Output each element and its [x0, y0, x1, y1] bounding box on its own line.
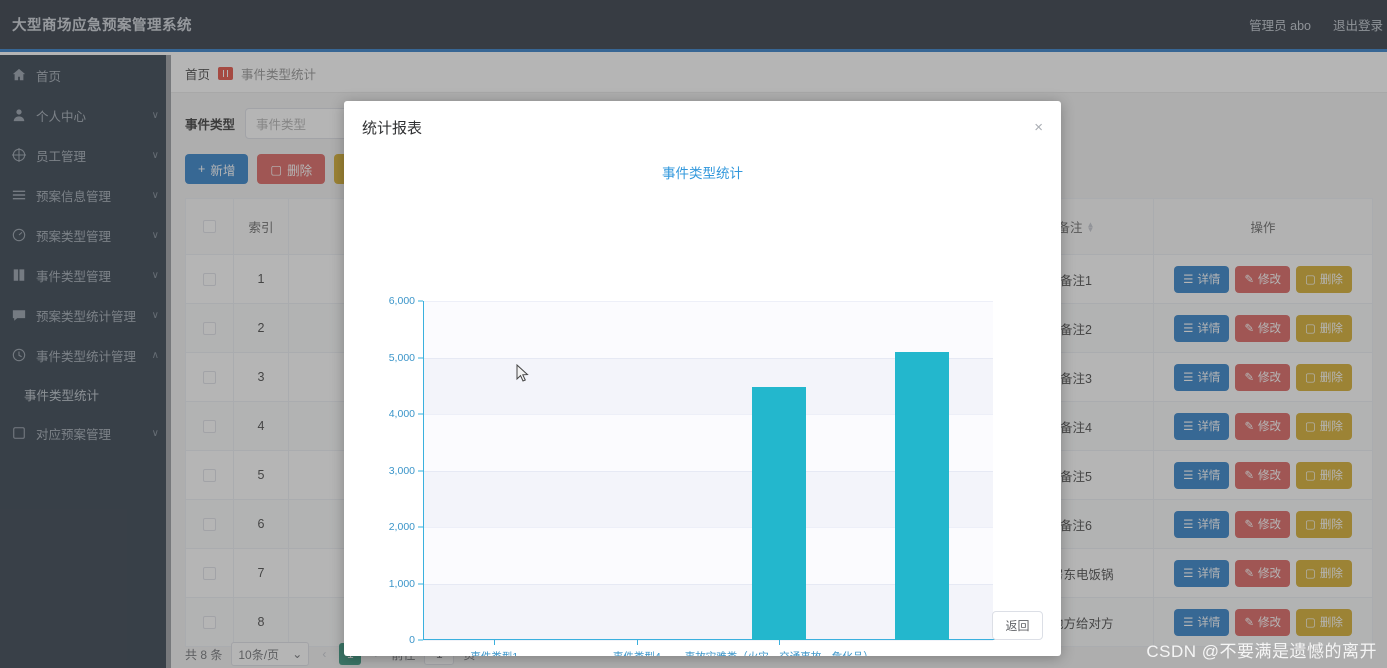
- chart-y-tick-mark: [418, 639, 423, 641]
- chart-y-tick-mark: [418, 413, 423, 415]
- chart-x-tick-label: 事件类型1: [470, 649, 518, 656]
- dialog-header: 统计报表 ×: [344, 101, 1061, 153]
- chart-y-tick-mark: [418, 300, 423, 302]
- close-icon[interactable]: ×: [1034, 120, 1043, 135]
- dialog-footer: 返回: [992, 611, 1043, 640]
- bar-chart: 01,0002,0003,0004,0005,0006,000 事件类型1事件类…: [344, 187, 1061, 656]
- chart-x-tick-mark: [779, 640, 781, 645]
- chart-y-tick-mark: [418, 470, 423, 471]
- chart-x-tick-mark: [636, 640, 638, 645]
- chart-gridline: [423, 301, 993, 302]
- chart-bar[interactable]: [894, 352, 949, 640]
- statistics-report-dialog: 统计报表 × 事件类型统计 0 1,000 2,000 3,000 4,000 5,000…: [344, 101, 1061, 656]
- back-button[interactable]: 返回: [992, 611, 1043, 640]
- chart-gridline: [423, 640, 993, 641]
- chart-y-axis: [423, 301, 424, 640]
- chart-bar[interactable]: [752, 387, 807, 640]
- chart-y-tick-mark: [418, 357, 423, 358]
- dialog-title: 统计报表: [362, 119, 423, 137]
- chart-y-tick-mark: [418, 583, 423, 584]
- chart-x-tick-mark: [494, 640, 496, 645]
- chart-x-tick-label: 事件类型4: [613, 649, 661, 656]
- chart-x-tick-label: 事故灾难类（火灾、交通事故、危化品）: [685, 649, 874, 656]
- chart-band: [423, 301, 993, 358]
- chart-title: 事件类型统计: [662, 166, 743, 181]
- app-root: 大型商场应急预案管理系统 管理员 abo 退出登录 首页 个人中心 ∨ 员工管理…: [0, 0, 1387, 668]
- chart-y-tick-mark: [418, 526, 423, 528]
